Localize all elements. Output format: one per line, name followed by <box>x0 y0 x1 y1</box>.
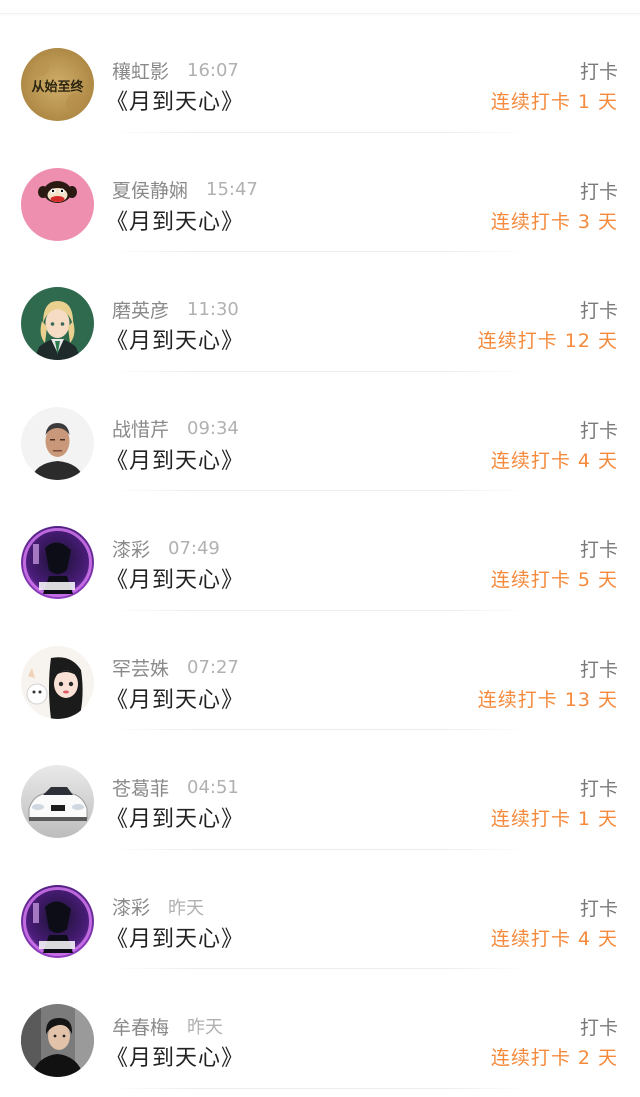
calligraphy-avatar[interactable]: 从始至终 <box>21 48 94 121</box>
feed-item[interactable]: 罕芸姝 07:27 《月到天心》 打卡 连续打卡 13 天 <box>0 611 640 730</box>
man-photo-avatar[interactable] <box>21 406 94 480</box>
user-name[interactable]: 苍葛菲 <box>112 774 169 801</box>
car-avatar[interactable] <box>21 765 94 838</box>
post-time: 07:49 <box>168 537 220 559</box>
checkin-label: 打卡 <box>579 539 618 561</box>
book-title[interactable]: 《月到天心》 <box>106 682 244 714</box>
checkin-label: 打卡 <box>579 897 618 920</box>
user-info: 罕芸姝 07:27 <box>112 655 239 681</box>
user-info: 漆彩 昨天 <box>112 894 204 920</box>
user-name[interactable]: 夏侯静娴 <box>112 176 188 203</box>
user-info: 牟春梅 昨天 <box>112 1013 223 1039</box>
streak-count: 连续打卡 4 天 <box>490 449 618 472</box>
user-info: 战惜芹 09:34 <box>112 416 239 442</box>
post-time: 16:07 <box>187 59 239 81</box>
user-name[interactable]: 穰虹影 <box>112 57 169 84</box>
cartoon-girl-avatar[interactable] <box>21 645 94 719</box>
user-info: 夏侯静娴 15:47 <box>112 177 258 203</box>
book-title[interactable]: 《月到天心》 <box>106 323 244 355</box>
post-time: 15:47 <box>206 179 258 200</box>
checkin-label: 打卡 <box>579 419 618 442</box>
book-title[interactable]: 《月到天心》 <box>106 801 244 833</box>
streak-count: 连续打卡 4 天 <box>490 927 618 950</box>
checkin-label: 打卡 <box>579 61 618 83</box>
streak-count: 连续打卡 1 天 <box>490 808 618 830</box>
checkin-label: 打卡 <box>579 300 618 322</box>
anime-character-avatar[interactable] <box>21 287 94 360</box>
book-title[interactable]: 《月到天心》 <box>106 84 244 116</box>
top-bar <box>0 0 640 14</box>
checkin-label: 打卡 <box>579 778 618 800</box>
book-title[interactable]: 《月到天心》 <box>106 1040 244 1072</box>
young-man-photo-avatar[interactable] <box>21 1004 94 1077</box>
user-name[interactable]: 漆彩 <box>112 893 150 920</box>
feed-item[interactable]: 磨英彦 11:30 《月到天心》 打卡 连续打卡 12 天 <box>0 252 640 372</box>
user-name[interactable]: 磨英彦 <box>112 296 169 323</box>
streak-count: 连续打卡 1 天 <box>490 91 618 113</box>
feed-item[interactable]: 苍葛菲 04:51 《月到天心》 打卡 连续打卡 1 天 <box>0 730 640 850</box>
book-title[interactable]: 《月到天心》 <box>106 562 244 594</box>
streak-count: 连续打卡 12 天 <box>477 330 618 352</box>
user-name[interactable]: 牟春梅 <box>112 1013 169 1040</box>
post-time: 11:30 <box>187 298 239 320</box>
user-info: 磨英彦 11:30 <box>112 296 239 322</box>
book-title[interactable]: 《月到天心》 <box>106 921 244 953</box>
feed-item[interactable]: 从始至终 穰虹影 16:07 《月到天心》 打卡 连续打卡 1 天 <box>0 13 640 133</box>
checkin-label: 打卡 <box>579 1017 618 1039</box>
checkin-label: 打卡 <box>579 658 618 681</box>
post-time: 昨天 <box>187 1017 224 1038</box>
checkin-label: 打卡 <box>579 180 618 203</box>
post-time: 09:34 <box>187 418 239 439</box>
book-title[interactable]: 《月到天心》 <box>106 204 244 236</box>
post-time: 07:27 <box>187 657 239 678</box>
streak-count: 连续打卡 13 天 <box>477 688 618 711</box>
feed-item[interactable]: 漆彩 昨天 《月到天心》 打卡 连续打卡 4 天 <box>0 850 640 969</box>
purple-art-avatar[interactable] <box>21 526 94 599</box>
user-info: 穰虹影 16:07 <box>112 57 239 83</box>
divider <box>112 1087 528 1089</box>
post-time: 昨天 <box>168 897 205 919</box>
feed-item[interactable]: 牟春梅 昨天 《月到天心》 打卡 连续打卡 2 天 <box>0 969 640 1089</box>
monkey-avatar[interactable] <box>21 167 94 241</box>
streak-count: 连续打卡 2 天 <box>490 1047 618 1069</box>
user-name[interactable]: 罕芸姝 <box>112 654 169 681</box>
feed-item[interactable]: 夏侯静娴 15:47 《月到天心》 打卡 连续打卡 3 天 <box>0 133 640 252</box>
book-title[interactable]: 《月到天心》 <box>106 443 244 475</box>
post-time: 04:51 <box>187 776 239 798</box>
streak-count: 连续打卡 5 天 <box>490 569 618 591</box>
streak-count: 连续打卡 3 天 <box>490 210 618 233</box>
user-name[interactable]: 漆彩 <box>112 535 150 562</box>
user-info: 漆彩 07:49 <box>112 535 220 561</box>
purple-art-avatar[interactable] <box>21 884 94 958</box>
feed-item[interactable]: 漆彩 07:49 《月到天心》 打卡 连续打卡 5 天 <box>0 491 640 611</box>
feed-item[interactable]: 战惜芹 09:34 《月到天心》 打卡 连续打卡 4 天 <box>0 372 640 491</box>
user-info: 苍葛菲 04:51 <box>112 774 239 800</box>
user-name[interactable]: 战惜芹 <box>112 415 169 442</box>
avatar-text: 从始至终 <box>31 79 84 95</box>
